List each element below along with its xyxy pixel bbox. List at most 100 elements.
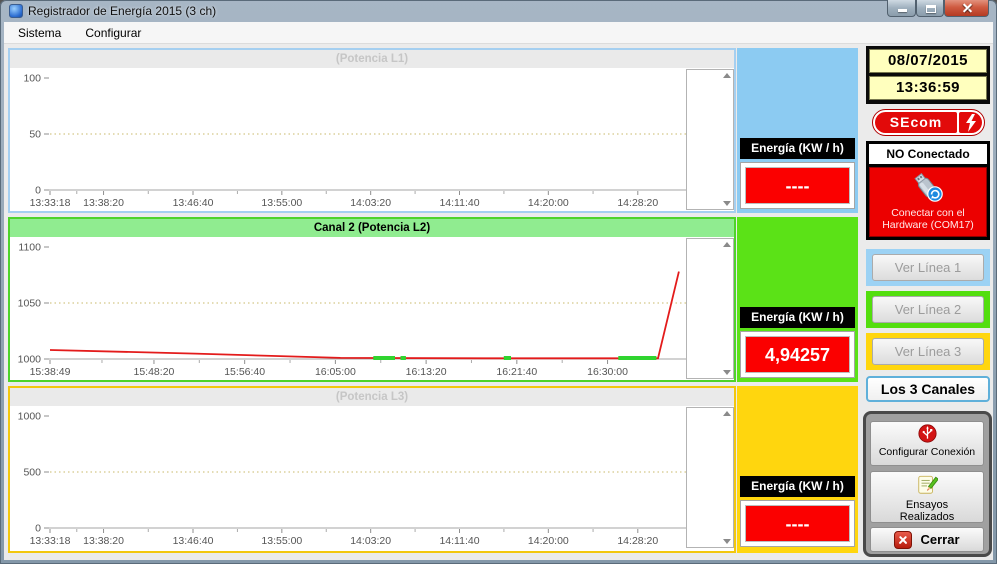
energy-label-l3: Energía (KW / h): [740, 476, 855, 497]
energy-panel-l2: Energía (KW / h) 4,94257: [737, 217, 858, 382]
svg-text:15:38:49: 15:38:49: [30, 366, 71, 378]
scroll-up-icon[interactable]: [723, 411, 731, 416]
tools-panel: Configurar Conexión Ensayos Realizados C…: [863, 411, 992, 557]
secom-logo: SEcom: [872, 109, 985, 136]
svg-text:14:11:40: 14:11:40: [439, 197, 479, 209]
svg-text:13:46:40: 13:46:40: [173, 197, 214, 209]
ver-linea-3-button[interactable]: Ver Línea 3: [872, 338, 984, 365]
svg-text:14:28:20: 14:28:20: [617, 197, 658, 209]
ver-linea-2-button[interactable]: Ver Línea 2: [872, 296, 984, 323]
svg-text:13:33:18: 13:33:18: [30, 197, 71, 209]
chart-title-l1: (Potencia L1): [10, 50, 734, 68]
energy-label-l2: Energía (KW / h): [740, 307, 855, 328]
menu-sistema[interactable]: Sistema: [8, 23, 71, 43]
usb-connector-icon: [918, 424, 937, 443]
listbox-scrollbar[interactable]: [722, 408, 733, 547]
listbox-scrollbar[interactable]: [722, 70, 733, 209]
minimize-button[interactable]: [887, 0, 916, 17]
svg-text:0: 0: [35, 523, 41, 535]
svg-text:15:56:40: 15:56:40: [224, 366, 265, 378]
svg-text:500: 500: [23, 467, 41, 479]
scroll-down-icon[interactable]: [723, 370, 731, 375]
configurar-conexion-label: Configurar Conexión: [871, 446, 983, 458]
menubar: Sistema Configurar: [4, 22, 993, 44]
svg-text:16:30:00: 16:30:00: [587, 366, 628, 378]
date-display: 08/07/2015: [869, 49, 987, 73]
connection-panel: NO Conectado Conectar con el Hardware (C…: [866, 141, 990, 240]
svg-text:13:38:20: 13:38:20: [83, 197, 124, 209]
svg-text:14:20:00: 14:20:00: [528, 535, 569, 547]
configurar-conexion-button[interactable]: Configurar Conexión: [870, 421, 984, 466]
scroll-down-icon[interactable]: [723, 201, 731, 206]
usb-drive-icon: [908, 170, 948, 204]
svg-text:13:55:00: 13:55:00: [261, 197, 302, 209]
svg-text:14:11:40: 14:11:40: [439, 535, 479, 547]
svg-text:14:20:00: 14:20:00: [528, 197, 569, 209]
lightning-bolt-icon: [959, 112, 982, 133]
energy-value-l2: 4,94257: [745, 336, 850, 373]
scroll-down-icon[interactable]: [723, 539, 731, 544]
svg-text:1000: 1000: [18, 354, 42, 366]
svg-text:16:21:40: 16:21:40: [496, 366, 537, 378]
chart-plot-l1: 0 50 100 13:33:18 13:38:20 13:46:40 13:55:00 14…: [10, 68, 686, 211]
connection-status: NO Conectado: [869, 144, 987, 164]
svg-text:13:46:40: 13:46:40: [173, 535, 214, 547]
los-3-canales-button[interactable]: Los 3 Canales: [866, 376, 990, 402]
energy-value-l1: ----: [745, 167, 850, 204]
chart-plot-l2: 10001050110015:38:4915:48:2015:56:4016:0…: [10, 237, 686, 380]
scroll-up-icon[interactable]: [723, 242, 731, 247]
series-listbox-l1[interactable]: [686, 69, 734, 210]
close-button[interactable]: [944, 0, 989, 17]
chart-title-l3: (Potencia L3): [10, 388, 734, 406]
energy-panel-l1: Energía (KW / h) ----: [737, 48, 858, 213]
svg-text:13:38:20: 13:38:20: [83, 535, 124, 547]
svg-text:16:13:20: 16:13:20: [406, 366, 447, 378]
chart-frame-l1: (Potencia L1) 0 50 100 13:33:18 13:38:20 13:4…: [8, 48, 736, 213]
svg-text:13:55:00: 13:55:00: [261, 535, 302, 547]
chart-frame-l2: Canal 2 (Potencia L2) 1000 1050 1100 15:38:…: [8, 217, 736, 382]
series-listbox-l2[interactable]: [686, 238, 734, 379]
close-x-icon: [894, 531, 912, 549]
app-icon: [9, 4, 23, 18]
series-listbox-l3[interactable]: [686, 407, 734, 548]
maximize-button[interactable]: [916, 0, 944, 17]
svg-text:0: 0: [35, 185, 41, 197]
ensayos-realizados-button[interactable]: Ensayos Realizados: [870, 471, 984, 523]
energy-panel-l3: Energía (KW / h) ----: [737, 386, 858, 553]
titlebar: Registrador de Energía 2015 (3 ch): [0, 0, 997, 22]
ensayos-label-1: Ensayos: [871, 499, 983, 511]
chart-frame-l3: (Potencia L3) 0 500 1000 13:33:18 13:38:20 13…: [8, 386, 736, 553]
svg-text:1000: 1000: [18, 411, 42, 423]
svg-text:100: 100: [23, 73, 41, 85]
listbox-scrollbar[interactable]: [722, 239, 733, 378]
view-frame-2: Ver Línea 2: [866, 291, 990, 328]
svg-text:1050: 1050: [18, 298, 42, 310]
minimize-icon: [898, 9, 907, 12]
energy-value-l3: ----: [745, 505, 850, 542]
svg-text:50: 50: [29, 129, 41, 141]
ensayos-label-2: Realizados: [871, 511, 983, 523]
svg-text:14:03:20: 14:03:20: [350, 197, 391, 209]
connect-hardware-button[interactable]: Conectar con el Hardware (COM17): [869, 167, 987, 237]
connect-button-label-2: Hardware (COM17): [870, 219, 986, 231]
ver-linea-1-button[interactable]: Ver Línea 1: [872, 254, 984, 281]
clock-panel: 08/07/2015 13:36:59: [866, 46, 990, 104]
svg-text:14:28:20: 14:28:20: [617, 535, 658, 547]
secom-logo-text: SEcom: [875, 112, 957, 133]
scroll-up-icon[interactable]: [723, 73, 731, 78]
chart-plot-l3: 0 500 1000 13:33:18 13:38:20 13:46:40 13:55:00…: [10, 406, 686, 549]
cerrar-button[interactable]: Cerrar: [870, 527, 984, 552]
view-frame-1: Ver Línea 1: [866, 249, 990, 286]
energy-label-l1: Energía (KW / h): [740, 138, 855, 159]
app-window: Registrador de Energía 2015 (3 ch) Siste…: [0, 0, 997, 564]
connect-button-label-1: Conectar con el: [870, 207, 986, 219]
svg-text:1100: 1100: [18, 242, 41, 254]
cerrar-label: Cerrar: [920, 532, 959, 547]
svg-text:13:33:18: 13:33:18: [30, 535, 71, 547]
chart-title-l2: Canal 2 (Potencia L2): [10, 219, 734, 237]
time-display: 13:36:59: [869, 76, 987, 100]
svg-text:15:48:20: 15:48:20: [134, 366, 175, 378]
svg-text:14:03:20: 14:03:20: [350, 535, 391, 547]
menu-configurar[interactable]: Configurar: [75, 23, 151, 43]
maximize-icon: [926, 5, 936, 13]
